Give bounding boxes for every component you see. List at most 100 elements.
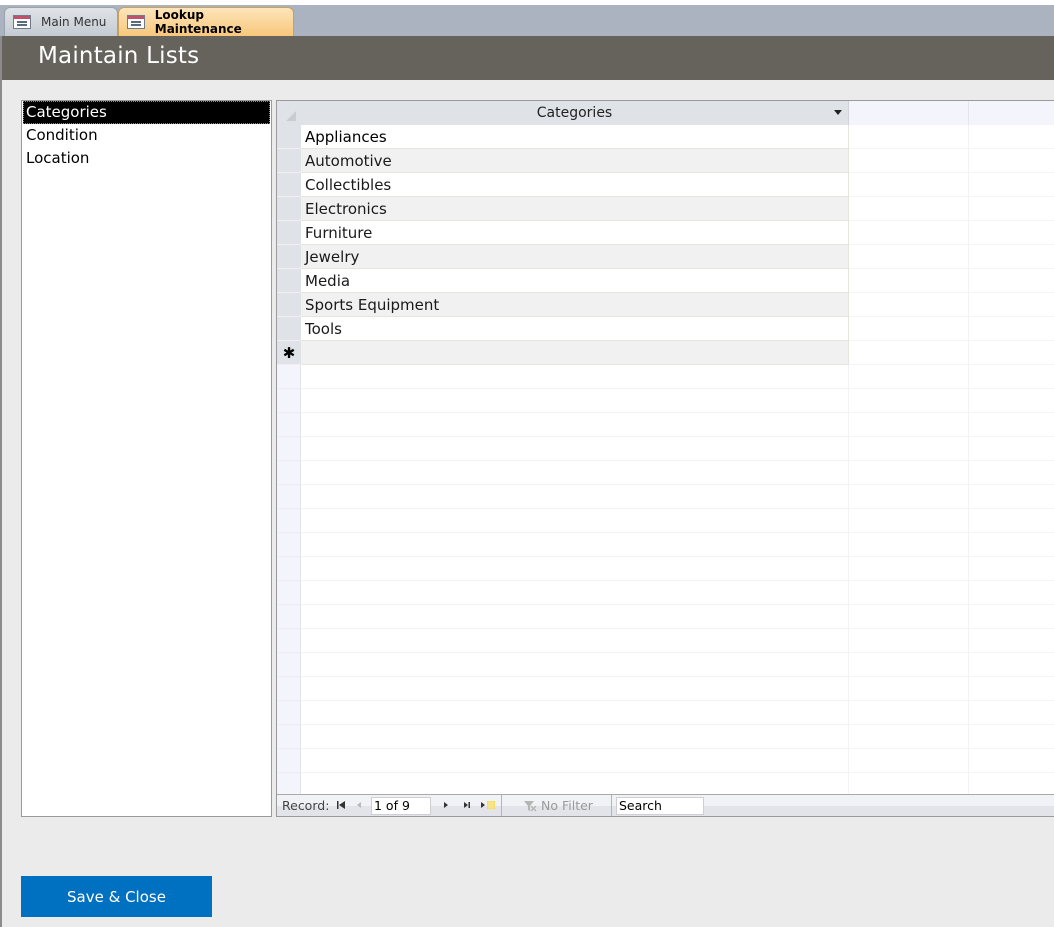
empty-record-selector: [277, 581, 301, 605]
blank-column-cell: [849, 197, 969, 221]
blank-column-cell: [849, 605, 969, 629]
document-tab-strip: Main Menu Lookup Maintenance: [0, 0, 1054, 36]
record-selector[interactable]: [277, 221, 301, 245]
category-cell[interactable]: Electronics: [301, 197, 849, 221]
empty-cell: [301, 533, 849, 557]
page-title: Maintain Lists: [38, 43, 200, 69]
search-input[interactable]: Search: [616, 797, 704, 815]
empty-row: [277, 533, 1054, 557]
blank-column-cell: [849, 173, 969, 197]
blank-column-cell: [969, 317, 1054, 341]
blank-column-cell: [849, 749, 969, 773]
lists-listbox[interactable]: Categories Condition Location: [21, 100, 272, 817]
record-selector[interactable]: [277, 293, 301, 317]
record-selector[interactable]: [277, 245, 301, 269]
empty-record-selector: [277, 701, 301, 725]
blank-column-cell: [969, 533, 1054, 557]
empty-record-selector: [277, 533, 301, 557]
record-selector[interactable]: [277, 317, 301, 341]
blank-column-cell: [849, 653, 969, 677]
next-record-icon[interactable]: [440, 799, 452, 811]
table-row[interactable]: Electronics: [277, 197, 1054, 221]
empty-row: [277, 365, 1054, 389]
save-close-button[interactable]: Save & Close: [21, 876, 212, 917]
table-row[interactable]: Furniture: [277, 221, 1054, 245]
new-record-row[interactable]: ✱: [277, 341, 1054, 365]
form-icon: [127, 15, 145, 29]
blank-column-cell: [849, 581, 969, 605]
blank-column-cell: [969, 413, 1054, 437]
record-selector[interactable]: [277, 269, 301, 293]
tab-label: Main Menu: [41, 15, 107, 29]
table-row[interactable]: Media: [277, 269, 1054, 293]
empty-row: [277, 485, 1054, 509]
empty-record-selector: [277, 365, 301, 389]
blank-column-cell: [969, 725, 1054, 749]
record-selector[interactable]: [277, 125, 301, 149]
tab-lookup-maintenance[interactable]: Lookup Maintenance: [118, 7, 294, 36]
filter-icon: [524, 800, 537, 811]
blank-column-cell: [849, 413, 969, 437]
blank-column-cell: [969, 629, 1054, 653]
category-cell[interactable]: Tools: [301, 317, 849, 341]
record-selector[interactable]: [277, 173, 301, 197]
new-record-icon[interactable]: ✱: [277, 341, 301, 365]
empty-cell: [301, 581, 849, 605]
category-cell[interactable]: Media: [301, 269, 849, 293]
select-all-button[interactable]: [277, 101, 301, 125]
empty-cell: [301, 629, 849, 653]
empty-row: [277, 461, 1054, 485]
category-cell[interactable]: Sports Equipment: [301, 293, 849, 317]
new-category-cell[interactable]: [301, 341, 849, 365]
blank-column-cell: [849, 629, 969, 653]
category-cell[interactable]: Automotive: [301, 149, 849, 173]
first-record-icon[interactable]: [335, 799, 347, 811]
form-header: Maintain Lists: [2, 36, 1054, 80]
empty-row: [277, 581, 1054, 605]
empty-cell: [301, 749, 849, 773]
no-filter-button[interactable]: No Filter: [523, 798, 593, 813]
empty-row: [277, 389, 1054, 413]
category-cell[interactable]: Collectibles: [301, 173, 849, 197]
empty-record-selector: [277, 509, 301, 533]
empty-row: [277, 557, 1054, 581]
tab-main-menu[interactable]: Main Menu: [4, 7, 118, 36]
blank-column-cell: [969, 677, 1054, 701]
blank-column-cell: [969, 581, 1054, 605]
column-header-categories[interactable]: Categories: [301, 101, 849, 125]
blank-column-cell: [849, 533, 969, 557]
record-selector[interactable]: [277, 197, 301, 221]
table-row[interactable]: Jewelry: [277, 245, 1054, 269]
blank-column-cell: [849, 557, 969, 581]
blank-column-cell: [969, 197, 1054, 221]
record-label: Record:: [282, 798, 330, 813]
empty-record-selector: [277, 605, 301, 629]
empty-row: [277, 725, 1054, 749]
record-selector[interactable]: [277, 149, 301, 173]
table-row[interactable]: Appliances: [277, 125, 1054, 149]
empty-record-selector: [277, 749, 301, 773]
table-row[interactable]: Collectibles: [277, 173, 1054, 197]
category-cell[interactable]: Appliances: [301, 125, 849, 149]
column-dropdown-icon[interactable]: [834, 110, 842, 115]
new-record-icon[interactable]: [479, 799, 497, 811]
list-item-categories[interactable]: Categories: [23, 101, 270, 124]
category-cell[interactable]: Jewelry: [301, 245, 849, 269]
blank-column-header: [969, 101, 1054, 125]
blank-column-cell: [969, 701, 1054, 725]
previous-record-icon[interactable]: [353, 799, 365, 811]
empty-record-selector: [277, 437, 301, 461]
table-row[interactable]: Automotive: [277, 149, 1054, 173]
list-item-location[interactable]: Location: [23, 147, 270, 170]
blank-column-cell: [849, 461, 969, 485]
blank-column-cell: [969, 437, 1054, 461]
last-record-icon[interactable]: [461, 799, 473, 811]
table-row[interactable]: Tools: [277, 317, 1054, 341]
empty-cell: [301, 653, 849, 677]
table-row[interactable]: Sports Equipment: [277, 293, 1054, 317]
blank-column-cell: [969, 653, 1054, 677]
blank-column-cell: [969, 605, 1054, 629]
category-cell[interactable]: Furniture: [301, 221, 849, 245]
list-item-condition[interactable]: Condition: [23, 124, 270, 147]
current-record-field[interactable]: 1 of 9: [371, 797, 431, 815]
